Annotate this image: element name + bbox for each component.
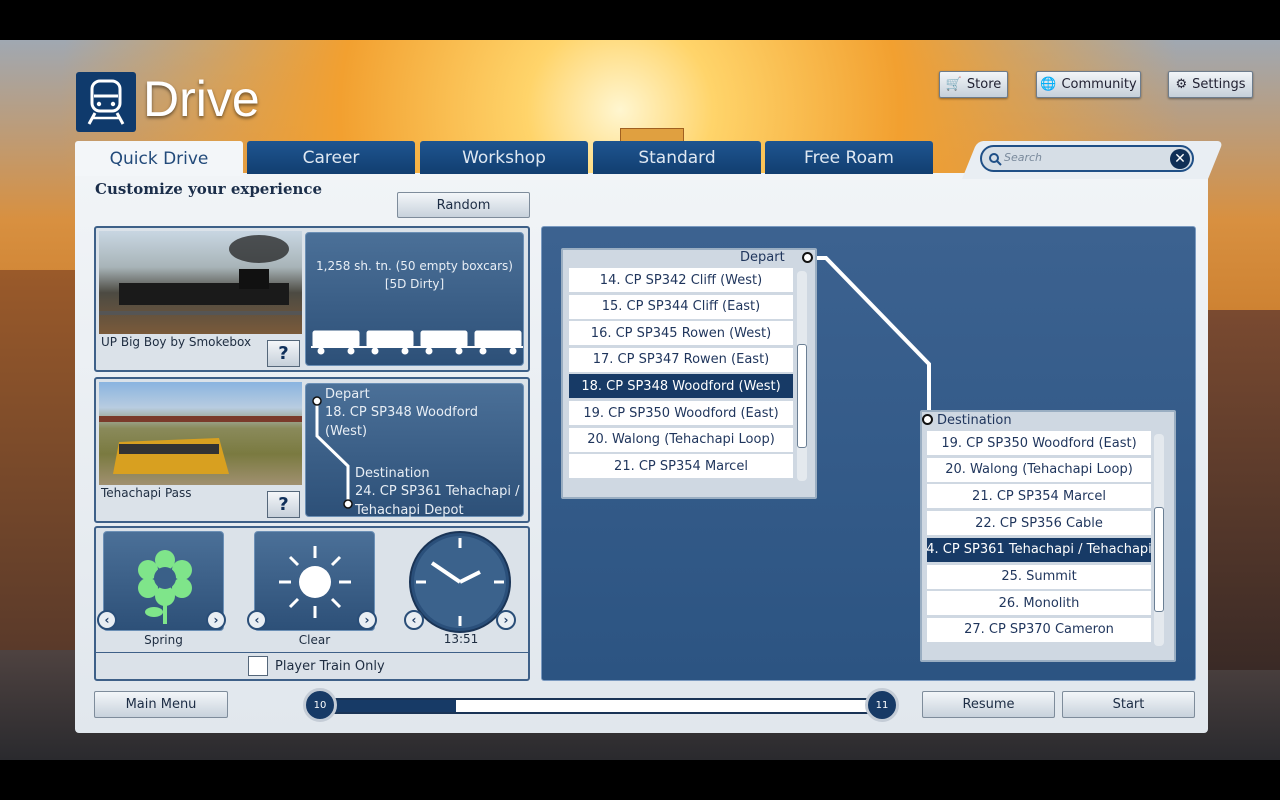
start-button[interactable]: Start: [1062, 691, 1195, 718]
weather-label: Clear: [298, 633, 331, 647]
depart-scroll-thumb[interactable]: [797, 344, 807, 448]
globe-icon: 🌐: [1040, 77, 1057, 92]
time-next-button[interactable]: ›: [496, 610, 516, 630]
destination-list-title: Destination: [937, 413, 1012, 428]
depart-list-item[interactable]: 17. CP SP347 Rowen (East): [569, 347, 793, 372]
clear-search-icon[interactable]: ✕: [1170, 149, 1190, 169]
depart-node: [802, 252, 813, 263]
settings-button[interactable]: ⚙ Settings: [1168, 71, 1253, 98]
loco-help-button[interactable]: ?: [267, 340, 300, 367]
depart-list-item[interactable]: 21. CP SP354 Marcel: [569, 454, 793, 479]
random-button[interactable]: Random: [397, 192, 530, 218]
depart-list-title: Depart: [740, 250, 785, 265]
destination-list-item[interactable]: 25. Summit: [927, 564, 1151, 589]
cart-icon: 🛒: [945, 77, 962, 92]
store-label: Store: [966, 77, 1002, 92]
destination-list-item[interactable]: 21. CP SP354 Marcel: [927, 484, 1151, 509]
route-help-button[interactable]: ?: [267, 491, 300, 518]
season-next-button[interactable]: ›: [206, 610, 226, 630]
season-label: Spring: [144, 633, 183, 647]
destination-scroll-thumb[interactable]: [1154, 507, 1164, 612]
store-button[interactable]: 🛒 Store: [939, 71, 1008, 98]
destination-list-item[interactable]: 20. Walong (Tehachapi Loop): [927, 457, 1151, 482]
loco-thumbnail[interactable]: [99, 231, 302, 334]
depart-list-item[interactable]: 14. CP SP342 Cliff (West): [569, 268, 793, 292]
destination-list-item[interactable]: 22. CP SP356 Cable: [927, 511, 1151, 536]
route-destination-value: 24. CP SP361 Tehachapi / Tehachapi Depot: [355, 484, 520, 518]
drive-logo-icon: [76, 72, 136, 132]
main-menu-button[interactable]: Main Menu: [94, 691, 228, 718]
destination-list-item[interactable]: 19. CP SP350 Woodford (East): [927, 431, 1151, 455]
tab-career[interactable]: Career: [247, 141, 415, 174]
boxcars-icon: [311, 330, 523, 355]
depart-list-item[interactable]: 15. CP SP344 Cliff (East): [569, 294, 793, 319]
resume-button[interactable]: Resume: [922, 691, 1055, 718]
loco-name: UP Big Boy by Smokebox: [101, 335, 252, 349]
weather-prev-button[interactable]: ‹: [247, 610, 267, 630]
route-depart-value: 18. CP SP348 Woodford (West): [325, 405, 479, 439]
progress-track: [320, 698, 882, 714]
destination-list-item[interactable]: 27. CP SP370 Cameron: [927, 617, 1151, 642]
settings-label: Settings: [1192, 77, 1246, 92]
community-button[interactable]: 🌐 Community: [1036, 71, 1141, 98]
gear-icon: ⚙: [1175, 77, 1188, 92]
page-heading: Customize your experience: [95, 180, 323, 198]
route-depart-label: Depart: [325, 387, 370, 402]
consist-line1: 1,258 sh. tn. (50 empty boxcars): [316, 259, 513, 273]
depart-list-item[interactable]: 18. CP SP348 Woodford (West): [569, 374, 793, 399]
destination-node: [922, 414, 933, 425]
route-path-card[interactable]: Depart 18. CP SP348 Woodford (West) Dest…: [305, 383, 524, 518]
time-prev-button[interactable]: ‹: [404, 610, 424, 630]
consist-card[interactable]: 1,258 sh. tn. (50 empty boxcars) [5D Dir…: [305, 232, 524, 366]
search-placeholder: Search: [1004, 151, 1043, 164]
search-icon: [988, 151, 1002, 166]
progress-start-badge: 10: [303, 688, 337, 722]
destination-list-item[interactable]: 24. CP SP361 Tehachapi / Tehachapi..: [927, 537, 1151, 562]
tab-quick-drive[interactable]: Quick Drive: [75, 141, 243, 176]
search-input[interactable]: Search ✕: [980, 145, 1194, 172]
app-title: Drive: [143, 71, 260, 127]
destination-list-item[interactable]: 26. Monolith: [927, 591, 1151, 616]
progress-fill: [322, 700, 456, 712]
community-label: Community: [1061, 77, 1137, 92]
route-thumbnail[interactable]: [99, 382, 302, 485]
tab-workshop[interactable]: Workshop: [420, 141, 588, 174]
tab-standard[interactable]: Standard: [593, 141, 761, 174]
tab-free-roam[interactable]: Free Roam: [765, 141, 933, 174]
season-prev-button[interactable]: ‹: [97, 610, 117, 630]
depart-list-item[interactable]: 16. CP SP345 Rowen (West): [569, 321, 793, 346]
depart-list-item[interactable]: 20. Walong (Tehachapi Loop): [569, 427, 793, 452]
route-destination-label: Destination: [355, 466, 430, 481]
player-train-only-label: Player Train Only: [275, 659, 385, 674]
route-name: Tehachapi Pass: [101, 486, 192, 500]
progress-end-badge: 11: [865, 688, 899, 722]
depart-list-item[interactable]: 19. CP SP350 Woodford (East): [569, 401, 793, 425]
weather-next-button[interactable]: ›: [357, 610, 377, 630]
player-train-only-checkbox[interactable]: [248, 656, 268, 676]
consist-line2: [5D Dirty]: [384, 277, 445, 291]
time-label: 13:51: [443, 632, 479, 646]
divider: [96, 652, 528, 653]
